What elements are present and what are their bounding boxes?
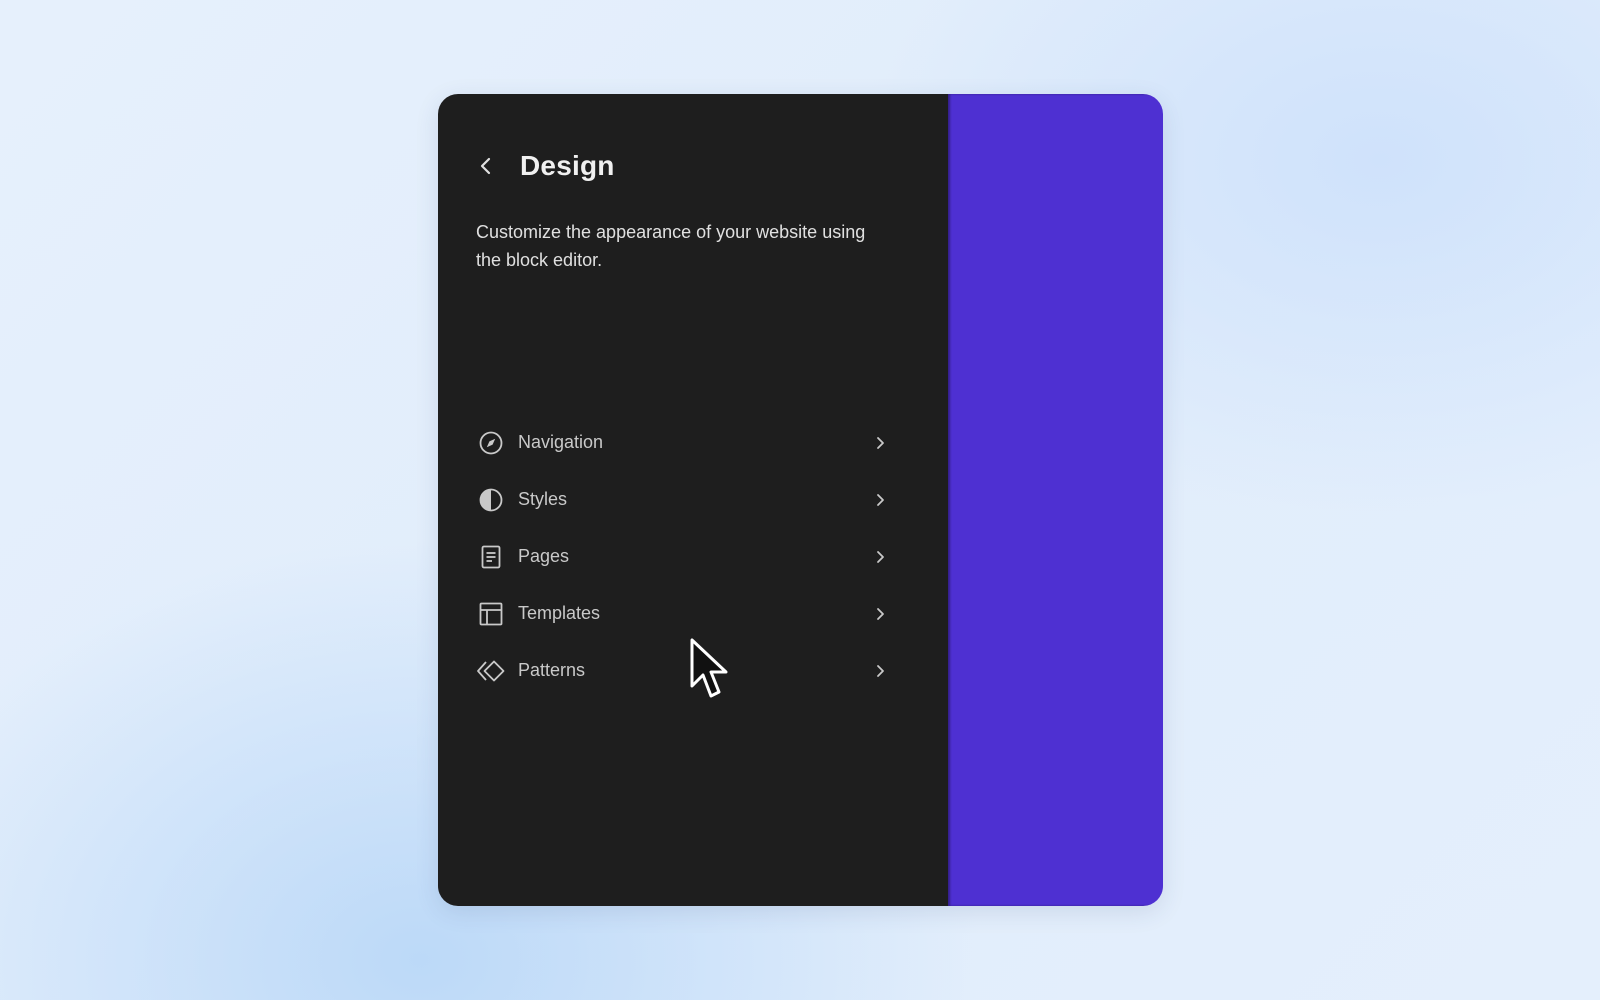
chevron-left-icon bbox=[480, 157, 491, 175]
compass-icon bbox=[474, 426, 508, 460]
editor-canvas-preview[interactable] bbox=[948, 94, 1163, 906]
chevron-right-icon bbox=[870, 604, 890, 624]
menu-item-navigation[interactable]: Navigation bbox=[470, 414, 900, 471]
menu-item-templates[interactable]: Templates bbox=[470, 585, 900, 642]
menu-item-label: Styles bbox=[518, 489, 568, 509]
app-window: Design Customize the appearance of your … bbox=[438, 94, 1163, 906]
sidebar-header: Design bbox=[470, 150, 615, 182]
design-sidebar: Design Customize the appearance of your … bbox=[438, 94, 948, 906]
design-menu: Navigation Styles Pages Templates Patter… bbox=[470, 414, 900, 699]
menu-item-label: Navigation bbox=[518, 432, 604, 452]
page-title: Design bbox=[520, 150, 615, 181]
menu-item-label: Patterns bbox=[518, 660, 586, 680]
back-button[interactable] bbox=[470, 150, 502, 182]
page-icon bbox=[474, 540, 508, 574]
diamond-icon bbox=[474, 654, 508, 688]
menu-item-styles[interactable]: Styles bbox=[470, 471, 900, 528]
menu-item-label: Templates bbox=[518, 603, 601, 623]
sidebar-description: Customize the appearance of your website… bbox=[476, 222, 866, 270]
layout-icon bbox=[474, 597, 508, 631]
chevron-right-icon bbox=[870, 661, 890, 681]
menu-item-patterns[interactable]: Patterns bbox=[470, 642, 900, 699]
menu-item-label: Pages bbox=[518, 546, 570, 566]
menu-item-pages[interactable]: Pages bbox=[470, 528, 900, 585]
chevron-right-icon bbox=[870, 433, 890, 453]
chevron-right-icon bbox=[870, 547, 890, 567]
chevron-right-icon bbox=[870, 490, 890, 510]
half-circle-icon bbox=[474, 483, 508, 517]
